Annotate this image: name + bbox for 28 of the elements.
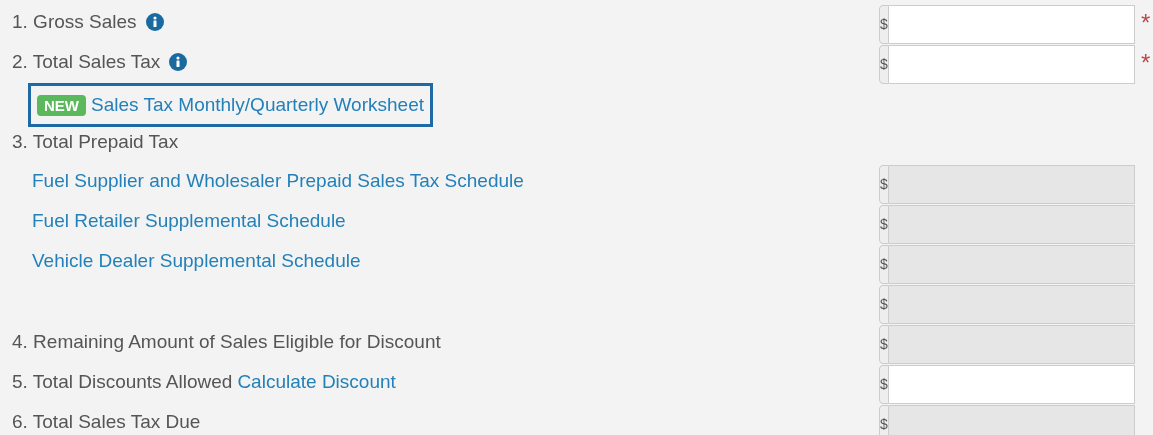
field-label: 1. Gross Sales [12, 9, 137, 34]
currency-addon: $ [879, 365, 889, 404]
currency-addon: $ [879, 245, 889, 284]
schedule-link[interactable]: Sales Tax Monthly/Quarterly Worksheet [91, 90, 424, 120]
required-asterisk: * [1141, 51, 1151, 75]
field-label: 4. Remaining Amount of Sales Eligible for Discount [12, 329, 441, 354]
schedule-link[interactable]: Fuel Supplier and Wholesaler Prepaid Sales Tax Schedule [32, 166, 524, 196]
info-icon[interactable] [145, 13, 164, 31]
amount-input[interactable] [888, 45, 1135, 84]
currency-addon: $ [879, 405, 889, 435]
schedule-link[interactable]: Fuel Retailer Supplemental Schedule [32, 206, 346, 236]
field-label: 6. Total Sales Tax Due [12, 409, 201, 434]
field-label: 2. Total Sales Tax [12, 49, 161, 74]
currency-addon: $ [879, 285, 889, 324]
new-badge: NEW [37, 94, 86, 116]
amount-input[interactable] [888, 5, 1135, 44]
currency-addon: $ [879, 45, 889, 84]
currency-addon: $ [879, 5, 889, 44]
amount-input[interactable] [888, 365, 1135, 404]
currency-addon: $ [879, 205, 889, 244]
required-asterisk: * [1141, 11, 1151, 35]
schedule-link[interactable]: Vehicle Dealer Supplemental Schedule [32, 246, 361, 276]
info-icon[interactable] [169, 53, 188, 71]
field-label: 3. Total Prepaid Tax [12, 129, 179, 154]
currency-addon: $ [879, 325, 889, 364]
field-label: 5. Total Discounts Allowed [12, 369, 233, 394]
currency-addon: $ [879, 165, 889, 204]
schedule-link[interactable]: Calculate Discount [237, 367, 396, 397]
